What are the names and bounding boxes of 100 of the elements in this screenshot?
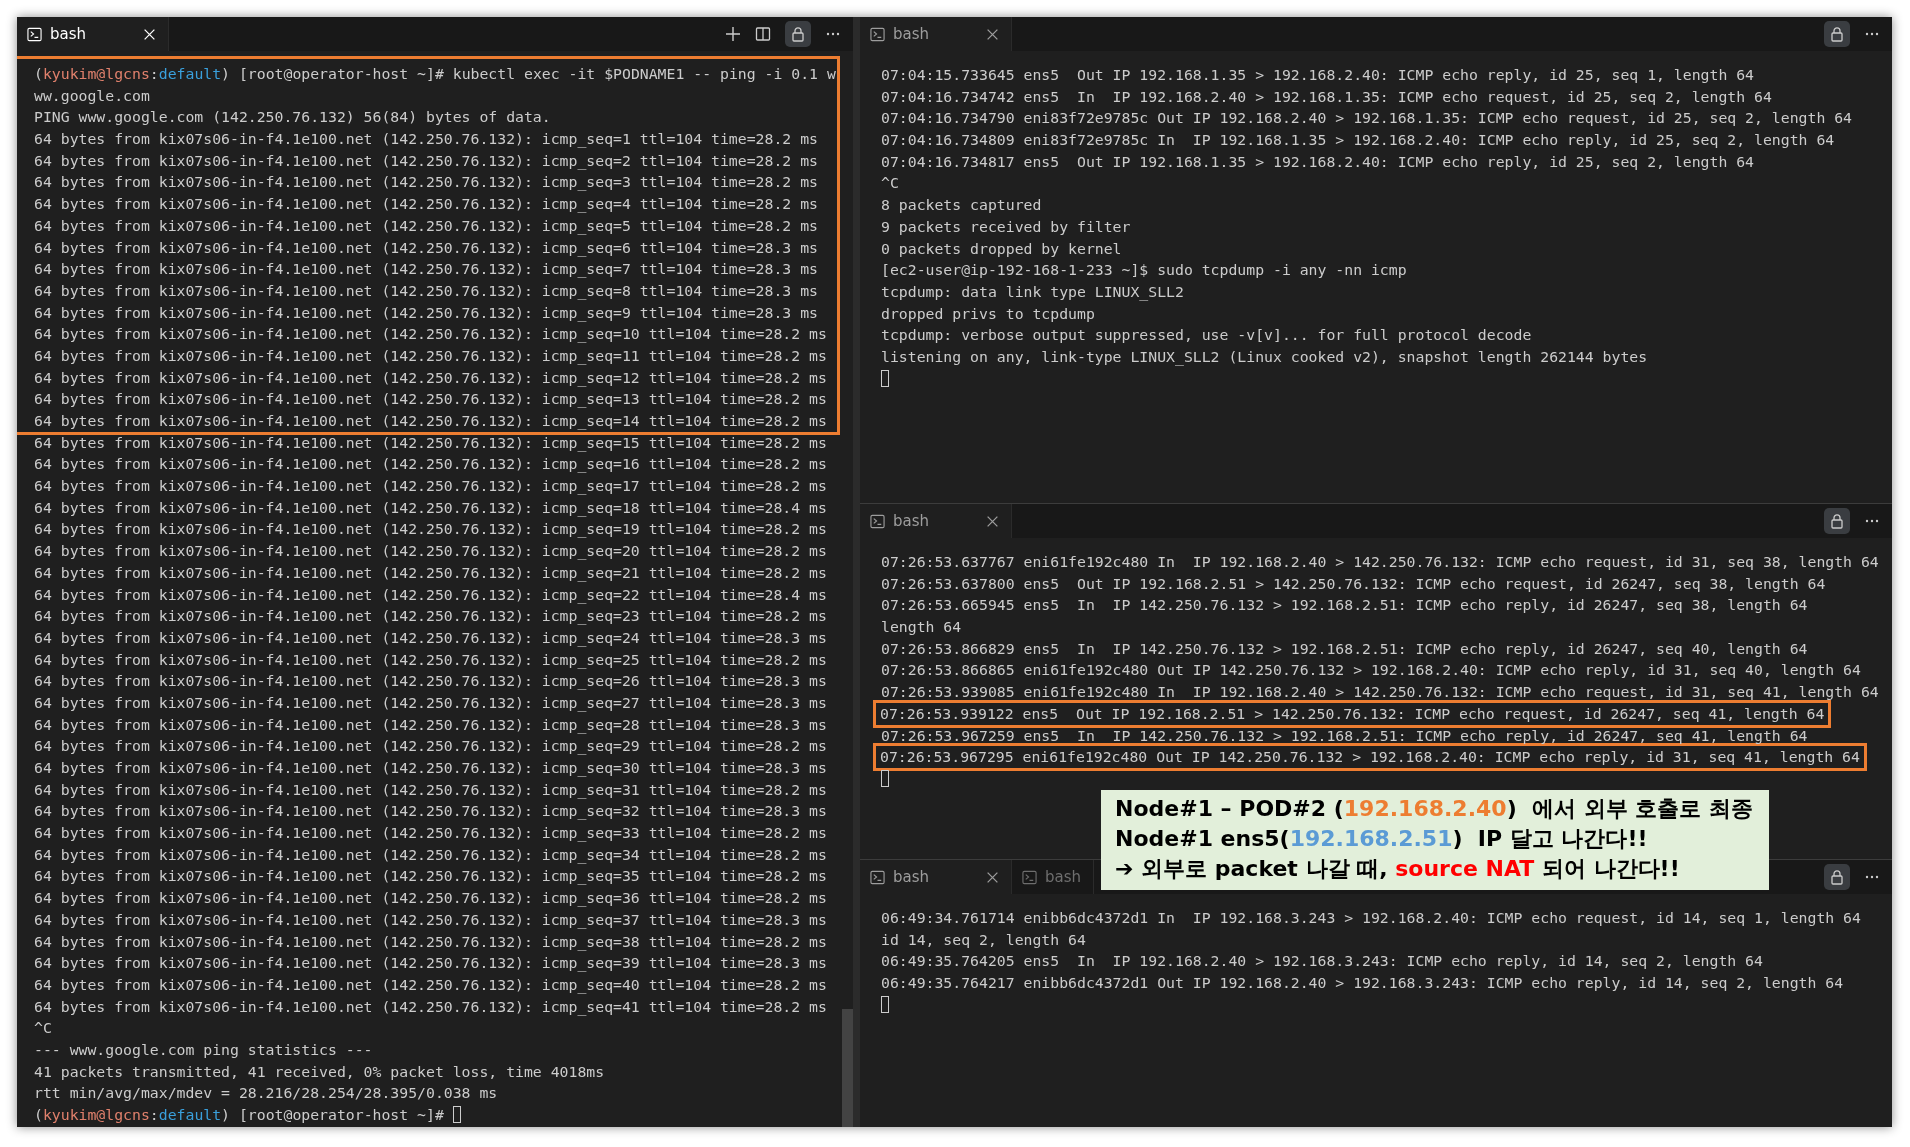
terminal-line: 64 bytes from kix07s06-in-f4.1e100.net (142.250.76.132): icmp_seq=15 ttl=104 time=28.2 ms bbox=[34, 433, 827, 451]
terminal-line: 64 bytes from kix07s06-in-f4.1e100.net (142.250.76.132): icmp_seq=17 ttl=104 time=28.2 ms bbox=[34, 477, 827, 495]
terminal-line: dropped privs to tcpdump bbox=[881, 304, 1095, 322]
lock-button[interactable] bbox=[1824, 864, 1850, 890]
terminal-line: 64 bytes from kix07s06-in-f4.1e100.net (142.250.76.132): icmp_seq=25 ttl=104 time=28.2 ms bbox=[34, 650, 827, 668]
terminal-icon bbox=[870, 513, 885, 529]
terminal-icon bbox=[870, 26, 885, 42]
terminal-tab[interactable]: bash bbox=[860, 504, 1012, 538]
terminal-line: length 64 bbox=[881, 618, 962, 636]
terminal-line: 07:26:53.967295 eni61fe192c480 Out IP 142.250.76.132 > 192.168.2.40: ICMP echo reply, id 31, seq 41, length 64 bbox=[880, 748, 1860, 766]
scrollbar-thumb[interactable] bbox=[842, 1009, 853, 1127]
lock-button[interactable] bbox=[1824, 21, 1850, 47]
terminal-line: tcpdump: verbose output suppressed, use -v[v]... for full protocol decode bbox=[881, 326, 1532, 344]
terminal-tab[interactable]: bash bbox=[860, 860, 1012, 894]
terminal-line: rtt min/avg/max/mdev = 28.216/28.254/28.395/0.038 ms bbox=[34, 1084, 498, 1102]
terminal-line: 06:49:35.764205 ens5 In IP 192.168.2.40 > 192.168.3.243: ICMP echo reply, id 14, seq 2, length 64 bbox=[881, 952, 1763, 970]
terminal-line: 64 bytes from kix07s06-in-f4.1e100.net (142.250.76.132): icmp_seq=12 ttl=104 time=28.2 ms bbox=[34, 368, 827, 386]
close-icon[interactable] bbox=[986, 514, 999, 528]
terminal-line: 07:04:16.734790 eni83f72e9785c Out IP 192.168.2.40 > 192.168.1.35: ICMP echo request, id 25, seq 2, length 64 bbox=[881, 109, 1853, 127]
terminal-tab[interactable]: bash bbox=[17, 17, 169, 51]
terminal-line: 06:49:34.761714 enibb6dc4372d1 In IP 192.168.3.243 > 192.168.2.40: ICMP echo request, id 14, seq 1, length 64 bbox=[881, 909, 1861, 926]
terminal-line: 64 bytes from kix07s06-in-f4.1e100.net (142.250.76.132): icmp_seq=40 ttl=104 time=28.2 ms bbox=[34, 975, 827, 993]
terminal-line: 64 bytes from kix07s06-in-f4.1e100.net (142.250.76.132): icmp_seq=7 ttl=104 time=28.3 ms bbox=[34, 260, 818, 278]
close-icon[interactable] bbox=[986, 27, 999, 41]
terminal-line: 07:26:53.939122 ens5 Out IP 192.168.2.51 > 142.250.76.132: ICMP echo request, id 26247, seq 41, length 64 bbox=[880, 704, 1825, 722]
callout-text: ➔ 외부로 packet 나갈 때, source NAT 되어 나간다!! bbox=[1115, 855, 1681, 883]
terminal-icon bbox=[27, 26, 42, 42]
terminal-line: 41 packets transmitted, 41 received, 0% packet loss, time 4018ms bbox=[34, 1062, 605, 1080]
terminal-line: (kyukim@lgcns:default) [root@operator-host ~]# bbox=[34, 1106, 445, 1123]
terminal-line: 64 bytes from kix07s06-in-f4.1e100.net (142.250.76.132): icmp_seq=1 ttl=104 time=28.2 ms bbox=[34, 130, 818, 148]
callout-text: Node#1 – POD#2 (192.168.2.40) 에서 외부 호출로 최종 bbox=[1115, 795, 1753, 823]
terminal-line: 07:26:53.939085 eni61fe192c480 In IP 192.168.2.40 > 142.250.76.132: ICMP echo request, id 31, seq 41, length 64 bbox=[881, 683, 1879, 701]
terminal-tab[interactable]: bash bbox=[860, 17, 1012, 51]
terminal-line: 64 bytes from kix07s06-in-f4.1e100.net (142.250.76.132): icmp_seq=34 ttl=104 time=28.2 ms bbox=[34, 845, 827, 863]
terminal-line: 64 bytes from kix07s06-in-f4.1e100.net (142.250.76.132): icmp_seq=6 ttl=104 time=28.3 ms bbox=[34, 238, 818, 256]
terminal-line: 64 bytes from kix07s06-in-f4.1e100.net (142.250.76.132): icmp_seq=30 ttl=104 time=28.3 ms bbox=[34, 759, 827, 776]
terminal-tab[interactable]: bash bbox=[1012, 860, 1095, 894]
terminal-line: 64 bytes from kix07s06-in-f4.1e100.net (142.250.76.132): icmp_seq=29 ttl=104 time=28.2 ms bbox=[34, 737, 827, 755]
terminal-line: 64 bytes from kix07s06-in-f4.1e100.net (142.250.76.132): icmp_seq=4 ttl=104 time=28.2 ms bbox=[34, 195, 818, 213]
callout-text: Node#1 ens5(192.168.2.51) IP 달고 나간다!! bbox=[1115, 825, 1649, 853]
terminal-line: 64 bytes from kix07s06-in-f4.1e100.net (142.250.76.132): icmp_seq=14 ttl=104 time=28.2 ms bbox=[34, 412, 827, 429]
terminal-line: 64 bytes from kix07s06-in-f4.1e100.net (142.250.76.132): icmp_seq=33 ttl=104 time=28.2 ms bbox=[34, 824, 827, 842]
terminal-line: 64 bytes from kix07s06-in-f4.1e100.net (142.250.76.132): icmp_seq=41 ttl=104 time=28.2 ms bbox=[34, 997, 827, 1015]
terminal-line: tcpdump: data link type LINUX_SLL2 bbox=[881, 282, 1184, 300]
terminal-line: 07:04:16.734817 ens5 Out IP 192.168.1.35 > 192.168.2.40: ICMP echo reply, id 25, seq 2, length 64 bbox=[881, 152, 1755, 170]
terminal-line: 07:26:53.866865 eni61fe192c480 Out IP 142.250.76.132 > 192.168.2.40: ICMP echo reply, id 31, seq 40, length 64 bbox=[881, 661, 1861, 679]
lock-icon bbox=[1829, 513, 1845, 529]
terminal-line: 07:26:53.637767 eni61fe192c480 In IP 192.168.2.40 > 142.250.76.132: ICMP echo request, id 31, seq 38, length 64 bbox=[881, 553, 1879, 570]
terminal-line: [ec2-user@ip-192-168-1-233 ~]$ sudo tcpdump -i any -nn icmp bbox=[881, 261, 1407, 279]
terminal-line: 64 bytes from kix07s06-in-f4.1e100.net (142.250.76.132): icmp_seq=3 ttl=104 time=28.2 ms bbox=[34, 173, 818, 191]
lock-icon bbox=[1829, 869, 1845, 885]
terminal-line: 64 bytes from kix07s06-in-f4.1e100.net (142.250.76.132): icmp_seq=37 ttl=104 time=28.3 ms bbox=[34, 910, 827, 928]
terminal-line: 07:26:53.665945 ens5 In IP 142.250.76.132 > 192.168.2.51: ICMP echo reply, id 26247, seq 38, length 64 bbox=[881, 596, 1808, 614]
terminal-line: 64 bytes from kix07s06-in-f4.1e100.net (142.250.76.132): icmp_seq=24 ttl=104 time=28.3 ms bbox=[34, 628, 827, 646]
terminal-line: 64 bytes from kix07s06-in-f4.1e100.net (142.250.76.132): icmp_seq=35 ttl=104 time=28.2 ms bbox=[34, 867, 827, 885]
terminal-line: 64 bytes from kix07s06-in-f4.1e100.net (142.250.76.132): icmp_seq=9 ttl=104 time=28.3 ms bbox=[34, 303, 818, 321]
terminal-line: 64 bytes from kix07s06-in-f4.1e100.net (142.250.76.132): icmp_seq=27 ttl=104 time=28.3 ms bbox=[34, 693, 827, 711]
terminal-line: 07:26:53.967259 ens5 In IP 142.250.76.132 > 192.168.2.51: ICMP echo reply, id 26247, seq 41, length 64 bbox=[881, 726, 1808, 744]
terminal-line: PING www.google.com (142.250.76.132) 56(84) bytes of data. bbox=[34, 108, 551, 126]
terminal-line: 64 bytes from kix07s06-in-f4.1e100.net (142.250.76.132): icmp_seq=26 ttl=104 time=28.3 ms bbox=[34, 672, 827, 690]
terminal-icon bbox=[1022, 869, 1037, 885]
terminal-line: 64 bytes from kix07s06-in-f4.1e100.net (142.250.76.132): icmp_seq=23 ttl=104 time=28.2 ms bbox=[34, 607, 827, 625]
terminal-line: 07:04:16.734742 ens5 In IP 192.168.2.40 > 192.168.1.35: ICMP echo request, id 25, seq 2, length 64 bbox=[881, 87, 1772, 105]
terminal-line: ww.google.com bbox=[34, 86, 150, 104]
terminal-line: 64 bytes from kix07s06-in-f4.1e100.net (142.250.76.132): icmp_seq=38 ttl=104 time=28.2 ms bbox=[34, 932, 827, 950]
terminal-line: id 14, seq 2, length 64 bbox=[881, 930, 1086, 948]
terminal-line: 64 bytes from kix07s06-in-f4.1e100.net (142.250.76.132): icmp_seq=5 ttl=104 time=28.2 ms bbox=[34, 216, 818, 234]
terminal-line: 64 bytes from kix07s06-in-f4.1e100.net (142.250.76.132): icmp_seq=11 ttl=104 time=28.2 ms bbox=[34, 346, 827, 364]
terminal-line: 06:49:35.764217 enibb6dc4372d1 Out IP 192.168.2.40 > 192.168.3.243: ICMP echo reply, id 14, seq 2, length 64 bbox=[881, 974, 1844, 992]
terminal-line: 64 bytes from kix07s06-in-f4.1e100.net (142.250.76.132): icmp_seq=32 ttl=104 time=28.3 ms bbox=[34, 802, 827, 820]
lock-button[interactable] bbox=[785, 21, 811, 47]
terminal-line: 07:04:16.734809 eni83f72e9785c In IP 192.168.1.35 > 192.168.2.40: ICMP echo reply, id 25, seq 2, length 64 bbox=[881, 131, 1835, 149]
lock-icon bbox=[790, 26, 806, 42]
terminal-line: 64 bytes from kix07s06-in-f4.1e100.net (142.250.76.132): icmp_seq=8 ttl=104 time=28.3 ms bbox=[34, 281, 818, 299]
terminal-line: (kyukim@lgcns:default) [root@operator-host ~]# kubectl exec -it $PODNAME1 -- ping -i 0.1 w bbox=[34, 65, 836, 82]
terminal-line: 64 bytes from kix07s06-in-f4.1e100.net (142.250.76.132): icmp_seq=21 ttl=104 time=28.2 ms bbox=[34, 563, 827, 581]
terminal-line: listening on any, link-type LINUX_SLL2 (Linux cooked v2), snapshot length 262144 bytes bbox=[881, 347, 1648, 365]
terminal-line: 64 bytes from kix07s06-in-f4.1e100.net (142.250.76.132): icmp_seq=10 ttl=104 time=28.2 ms bbox=[34, 325, 827, 343]
terminal-line: 64 bytes from kix07s06-in-f4.1e100.net (142.250.76.132): icmp_seq=18 ttl=104 time=28.4 ms bbox=[34, 498, 827, 516]
terminal-line: --- www.google.com ping statistics --- bbox=[34, 1040, 373, 1058]
terminal-line: 64 bytes from kix07s06-in-f4.1e100.net (142.250.76.132): icmp_seq=20 ttl=104 time=28.2 ms bbox=[34, 542, 827, 560]
terminal-line: 64 bytes from kix07s06-in-f4.1e100.net (142.250.76.132): icmp_seq=22 ttl=104 time=28.4 ms bbox=[34, 585, 827, 603]
terminal-line: 64 bytes from kix07s06-in-f4.1e100.net (142.250.76.132): icmp_seq=16 ttl=104 time=28.2 ms bbox=[34, 455, 827, 473]
terminal-line: 0 packets dropped by kernel bbox=[881, 239, 1122, 257]
terminal-line: 9 packets received by filter bbox=[881, 217, 1131, 235]
terminal-icon bbox=[870, 869, 885, 885]
terminal-line: 64 bytes from kix07s06-in-f4.1e100.net (142.250.76.132): icmp_seq=39 ttl=104 time=28.3 ms bbox=[34, 954, 827, 972]
terminal-line: ^C bbox=[881, 174, 899, 192]
terminal-line: 64 bytes from kix07s06-in-f4.1e100.net (142.250.76.132): icmp_seq=28 ttl=104 time=28.3 ms bbox=[34, 715, 827, 733]
terminal-line: 07:04:15.733645 ens5 Out IP 192.168.1.35 > 192.168.2.40: ICMP echo reply, id 25, seq 1, length 64 bbox=[881, 66, 1755, 83]
terminal-line: ^C bbox=[34, 1019, 52, 1037]
terminal-line: 64 bytes from kix07s06-in-f4.1e100.net (142.250.76.132): icmp_seq=36 ttl=104 time=28.2 ms bbox=[34, 889, 827, 907]
split-icon[interactable] bbox=[755, 26, 771, 42]
lock-button[interactable] bbox=[1824, 508, 1850, 534]
terminal-line: 64 bytes from kix07s06-in-f4.1e100.net (142.250.76.132): icmp_seq=13 ttl=104 time=28.2 ms bbox=[34, 390, 827, 408]
plus-icon[interactable] bbox=[725, 26, 741, 42]
close-icon[interactable] bbox=[986, 870, 999, 884]
terminal-line: 64 bytes from kix07s06-in-f4.1e100.net (142.250.76.132): icmp_seq=2 ttl=104 time=28.2 ms bbox=[34, 151, 818, 169]
terminal-line: 07:26:53.637800 ens5 Out IP 192.168.2.51 > 142.250.76.132: ICMP echo request, id 26247, seq 38, length 64 bbox=[881, 574, 1826, 592]
lock-icon bbox=[1829, 26, 1845, 42]
